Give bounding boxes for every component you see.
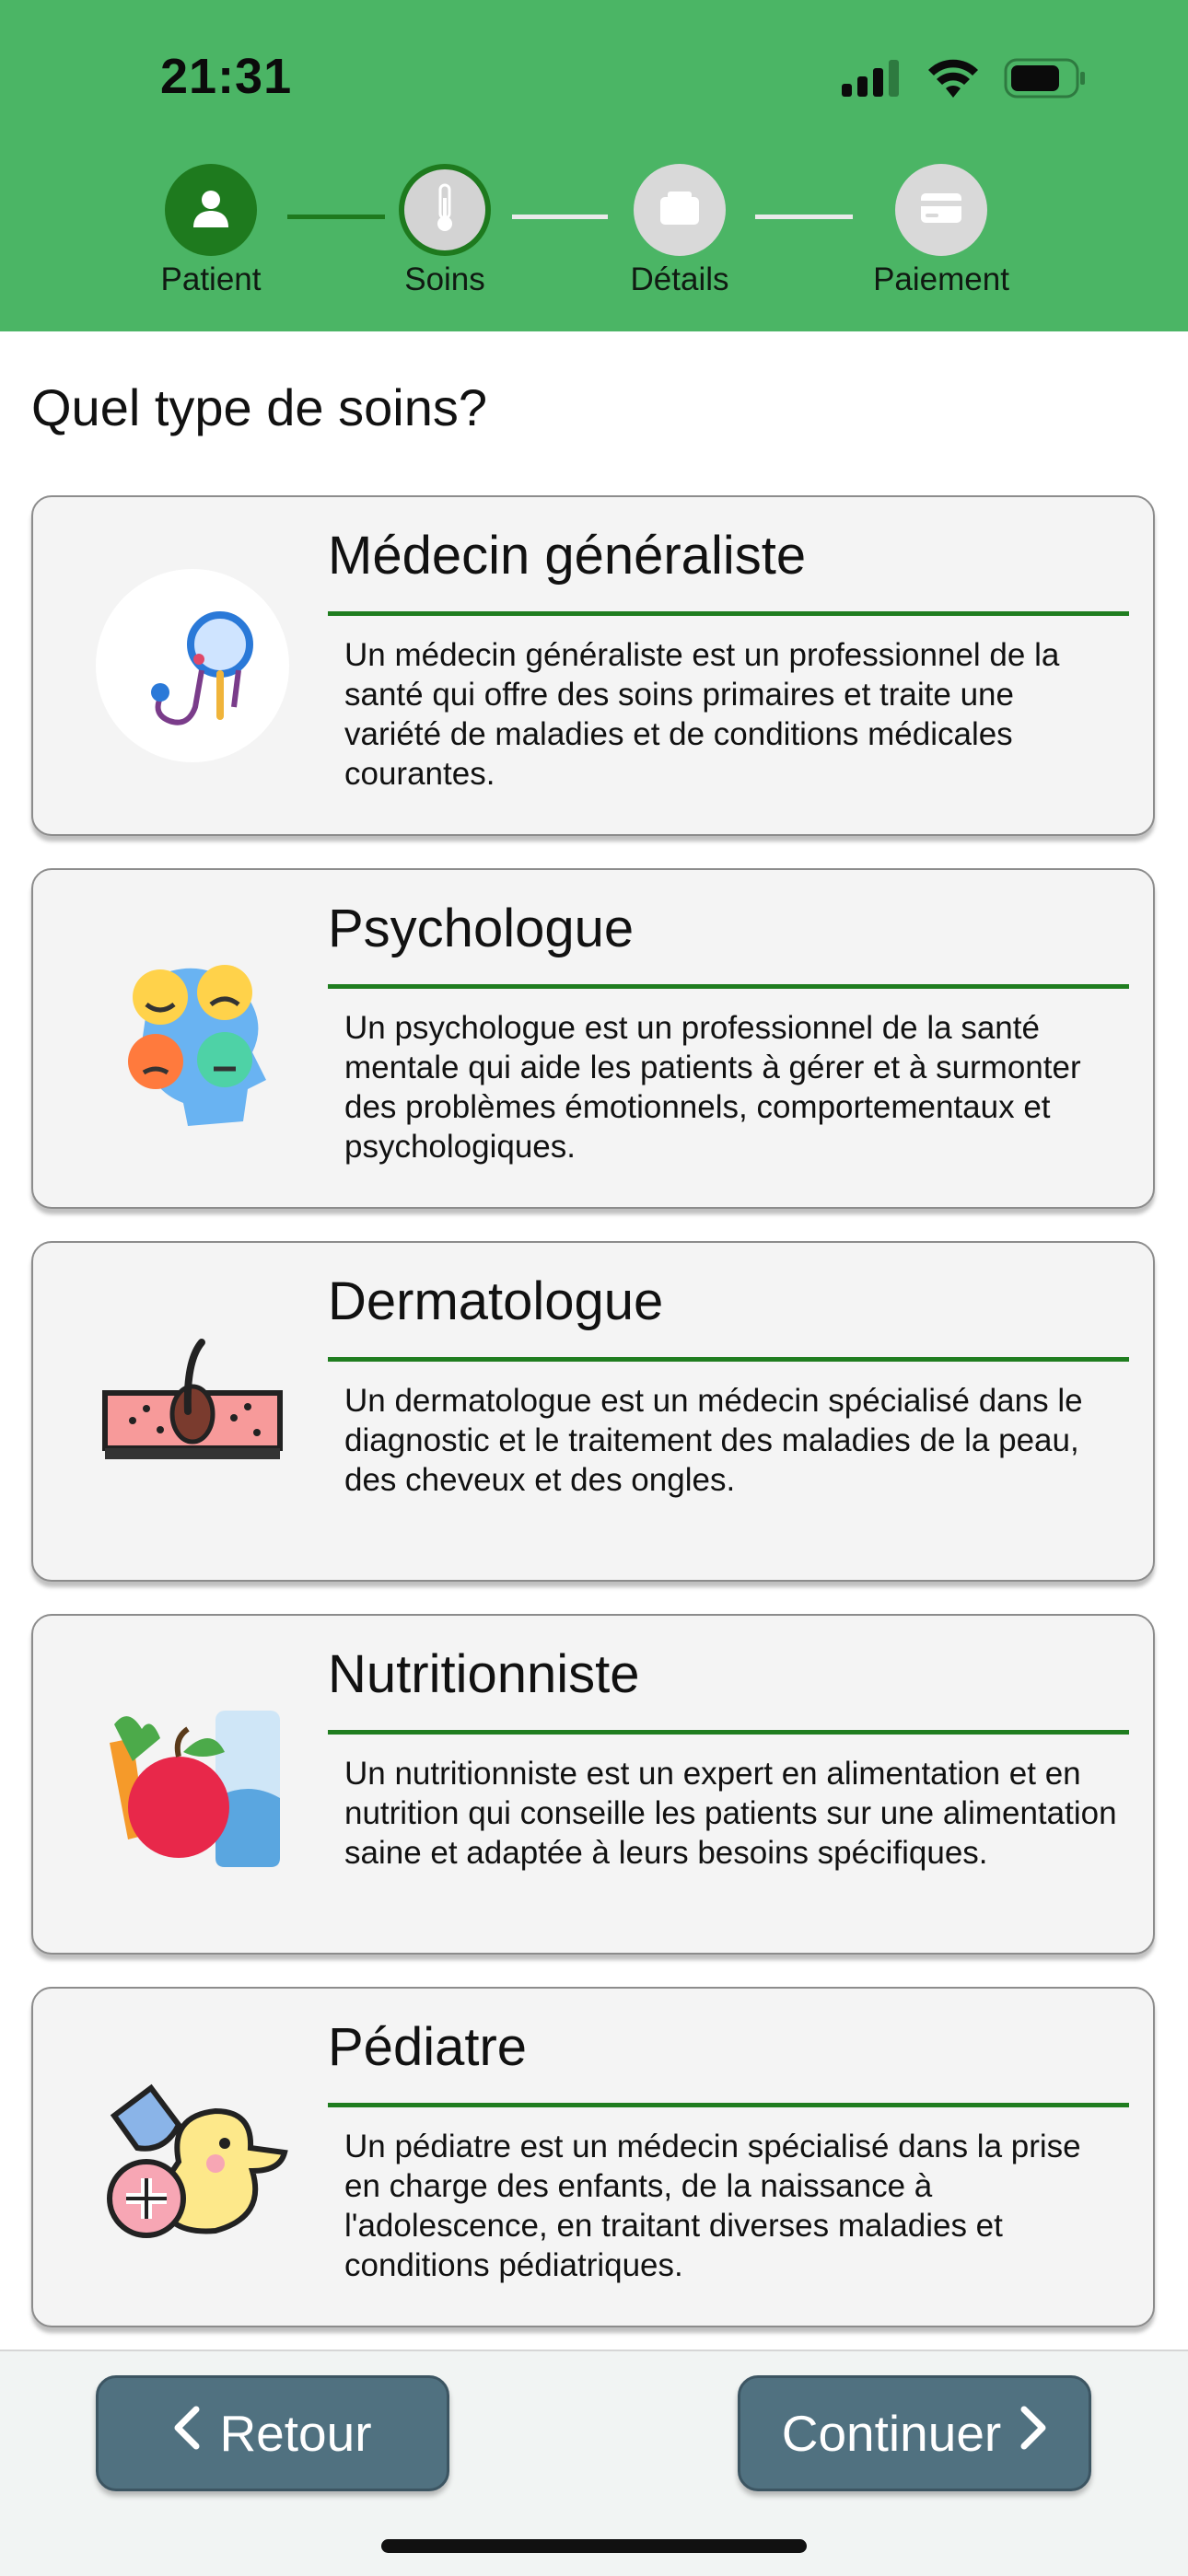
card-divider xyxy=(328,611,1129,616)
step-label-patient: Patient xyxy=(160,261,262,297)
card-description: Un psychologue est un professionnel de l… xyxy=(344,1010,1081,1165)
step-label-paiement: Paiement xyxy=(873,261,1009,297)
emotions-head-icon xyxy=(96,942,289,1135)
step-connector-2 xyxy=(512,215,608,219)
chevron-left-icon xyxy=(173,2404,201,2463)
chevron-right-icon xyxy=(1019,2404,1047,2463)
food-icon xyxy=(96,1688,289,1881)
step-paiement[interactable] xyxy=(895,164,987,256)
step-label-soins: Soins xyxy=(404,261,485,297)
care-card-medecin-generaliste[interactable]: Médecin généraliste Un médecin généralis… xyxy=(31,495,1155,836)
card-description: Un médecin généraliste est un profession… xyxy=(344,637,1060,792)
status-icons xyxy=(842,57,1087,103)
card-divider xyxy=(328,1357,1129,1362)
card-description: Un nutritionniste est un expert en alime… xyxy=(344,1756,1117,1871)
step-label-details: Détails xyxy=(630,261,729,297)
rubber-duck-icon xyxy=(96,2060,289,2254)
care-card-nutritionniste[interactable]: Nutritionniste Un nutritionniste est un … xyxy=(31,1614,1155,1955)
card-title: Dermatologue xyxy=(328,1271,664,1331)
step-connector-3 xyxy=(755,215,853,219)
step-soins[interactable] xyxy=(399,164,491,256)
page-title: Quel type de soins? xyxy=(31,378,487,436)
care-card-psychologue[interactable]: Psychologue Un psychologue est un profes… xyxy=(31,868,1155,1209)
card-title: Médecin généraliste xyxy=(328,526,807,586)
card-description: Un dermatologue est un médecin spécialis… xyxy=(344,1383,1083,1498)
step-details[interactable] xyxy=(634,164,726,256)
card-icon xyxy=(920,191,962,229)
card-title: Nutritionniste xyxy=(328,1644,640,1704)
stethoscope-icon xyxy=(96,569,289,762)
card-divider xyxy=(328,984,1129,989)
person-icon xyxy=(190,187,232,234)
card-divider xyxy=(328,1730,1129,1735)
continue-button-label: Continuer xyxy=(781,2405,1002,2462)
home-indicator xyxy=(381,2539,807,2553)
care-card-dermatologue[interactable]: Dermatologue Un dermatologue est un méde… xyxy=(31,1241,1155,1582)
header: 21:31 Patient Soins Détails Paiement xyxy=(0,0,1188,331)
card-divider xyxy=(328,2103,1129,2107)
thermometer-icon xyxy=(431,183,459,238)
continue-button[interactable]: Continuer xyxy=(738,2375,1091,2491)
back-button[interactable]: Retour xyxy=(96,2375,449,2491)
care-card-pediatre[interactable]: Pédiatre Un pédiatre est un médecin spéc… xyxy=(31,1987,1155,2327)
card-description: Un pédiatre est un médecin spécialisé da… xyxy=(344,2129,1081,2283)
back-button-label: Retour xyxy=(219,2405,372,2462)
box-icon xyxy=(658,190,701,231)
wifi-icon xyxy=(926,59,980,102)
step-connector-1 xyxy=(287,215,385,219)
status-time: 21:31 xyxy=(160,49,293,104)
card-title: Psychologue xyxy=(328,899,635,958)
step-patient[interactable] xyxy=(165,164,257,256)
signal-icon xyxy=(842,59,903,101)
battery-icon xyxy=(1004,58,1087,103)
skin-hair-icon xyxy=(96,1315,289,1508)
card-title: Pédiatre xyxy=(328,2017,528,2077)
